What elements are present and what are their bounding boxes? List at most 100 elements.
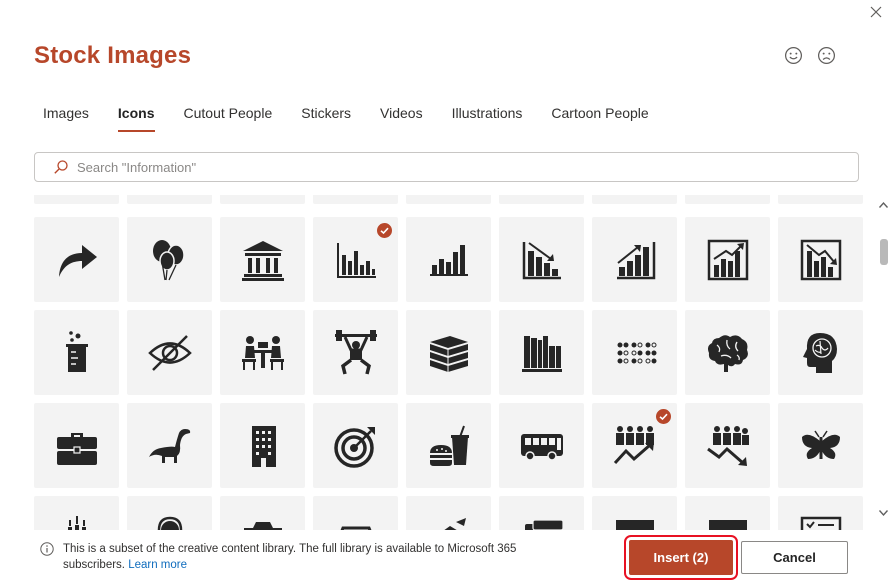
icon-tile-person-headset[interactable] (127, 496, 212, 530)
dinosaur-icon (149, 429, 191, 463)
icon-tile[interactable] (34, 195, 119, 204)
icon-tile-board-meeting[interactable] (220, 310, 305, 395)
cancel-button[interactable]: Cancel (741, 541, 848, 574)
dialog-title: Stock Images (34, 42, 192, 69)
tab-images[interactable]: Images (34, 104, 98, 132)
icon-tile[interactable] (127, 195, 212, 204)
icon-tile-office-building[interactable] (220, 403, 305, 488)
books-stack-icon (430, 336, 468, 372)
icon-tile-business-decline[interactable] (685, 403, 770, 488)
icon-tile-briefcase[interactable] (34, 403, 119, 488)
beaker-icon (66, 331, 88, 372)
learn-more-link[interactable]: Learn more (128, 559, 187, 571)
icon-tile-dinosaur[interactable] (127, 403, 212, 488)
scrollbar-thumb[interactable] (880, 239, 888, 265)
bar-chart-ascending-icon (430, 245, 468, 276)
icon-grid (34, 195, 864, 530)
butterfly-icon (802, 430, 840, 459)
smile-icon[interactable] (784, 46, 803, 65)
tab-cutout-people[interactable]: Cutout People (175, 104, 282, 132)
icon-tile-camera[interactable] (220, 496, 305, 530)
icon-tile-eye-hidden[interactable] (127, 310, 212, 395)
selected-check-icon (656, 409, 671, 424)
eye-hidden-icon (148, 335, 192, 371)
icon-tile-box[interactable] (592, 496, 677, 530)
board-meeting-icon (242, 336, 284, 370)
bar-chart-upward-trend-framed-icon (707, 239, 749, 281)
icon-tile-bus[interactable] (499, 403, 584, 488)
weightlifter-icon (335, 330, 377, 375)
icon-tile-braille[interactable] (592, 310, 677, 395)
close-icon[interactable] (867, 3, 885, 21)
bar-chart-downward-trend-framed-icon (800, 239, 842, 281)
icon-tile[interactable] (406, 195, 491, 204)
icon-tile-business-growth[interactable] (592, 403, 677, 488)
icon-tile-head-with-brain[interactable] (778, 310, 863, 395)
car-icon (340, 526, 372, 530)
icon-tile-candles[interactable] (34, 496, 119, 530)
icon-tile-weightlifter[interactable] (313, 310, 398, 395)
icon-tile-carrot[interactable] (406, 496, 491, 530)
subset-notice: This is a subset of the creative content… (40, 542, 530, 573)
icon-tile-bullseye[interactable] (313, 403, 398, 488)
icon-tile-checklist[interactable] (778, 496, 863, 530)
icon-tile-curved-arrow[interactable] (34, 217, 119, 302)
bank-building-icon (242, 241, 284, 281)
icon-tile-bar-chart-upward-framed[interactable] (685, 217, 770, 302)
search-box[interactable] (34, 152, 859, 182)
search-icon (54, 160, 68, 174)
carrot-icon (444, 518, 466, 530)
camera-icon (244, 522, 282, 530)
box-icon (709, 520, 747, 530)
icon-tile[interactable] (685, 195, 770, 204)
tab-icons[interactable]: Icons (109, 104, 164, 132)
tab-bar: Images Icons Cutout People Stickers Vide… (34, 104, 669, 132)
icon-tile-cards[interactable] (499, 496, 584, 530)
tab-cartoon-people[interactable]: Cartoon People (542, 104, 657, 132)
icon-tile-car[interactable] (313, 496, 398, 530)
icon-tile-bar-chart[interactable] (313, 217, 398, 302)
business-growth-icon (613, 426, 654, 465)
braille-icon (617, 342, 657, 364)
fast-food-icon (430, 425, 469, 466)
scroll-up-icon[interactable] (878, 200, 889, 211)
search-input[interactable] (75, 158, 858, 176)
balloons-icon (153, 240, 185, 281)
icon-tile-books-stack[interactable] (406, 310, 491, 395)
cards-icon (525, 519, 564, 530)
insert-button[interactable]: Insert (2) (624, 535, 738, 580)
tab-illustrations[interactable]: Illustrations (443, 104, 532, 132)
icon-tile[interactable] (778, 195, 863, 204)
icon-tile-fast-food[interactable] (406, 403, 491, 488)
bus-icon (521, 434, 563, 461)
curved-arrow-icon (59, 245, 97, 277)
icon-tile-bar-chart-upward-trend[interactable] (592, 217, 677, 302)
bar-chart-icon (337, 243, 376, 278)
bar-chart-upward-trend-icon (617, 242, 656, 280)
icon-tile[interactable] (592, 195, 677, 204)
icon-tile-bar-chart-downward-framed[interactable] (778, 217, 863, 302)
scroll-down-icon[interactable] (878, 507, 889, 518)
icon-tile-butterfly[interactable] (778, 403, 863, 488)
office-building-icon (252, 426, 276, 467)
frown-icon[interactable] (817, 46, 836, 65)
icon-tile-brain[interactable] (685, 310, 770, 395)
icon-tile[interactable] (499, 195, 584, 204)
icon-tile-bank[interactable] (220, 217, 305, 302)
icon-tile-box[interactable] (685, 496, 770, 530)
tab-videos[interactable]: Videos (371, 104, 432, 132)
person-with-headset-icon (157, 516, 183, 530)
icon-tile-bar-chart-downward-trend[interactable] (499, 217, 584, 302)
vertical-scrollbar[interactable] (876, 196, 891, 520)
tab-stickers[interactable]: Stickers (292, 104, 360, 132)
icon-tile[interactable] (220, 195, 305, 204)
icon-tile-books-on-shelf[interactable] (499, 310, 584, 395)
box-icon (616, 520, 654, 530)
icon-tile-balloons[interactable] (127, 217, 212, 302)
icon-tile-beaker[interactable] (34, 310, 119, 395)
info-icon (40, 542, 54, 556)
icon-tile-bar-chart-ascending[interactable] (406, 217, 491, 302)
icon-tile[interactable] (313, 195, 398, 204)
bar-chart-downward-trend-icon (522, 242, 561, 280)
business-decline-icon (707, 426, 749, 466)
